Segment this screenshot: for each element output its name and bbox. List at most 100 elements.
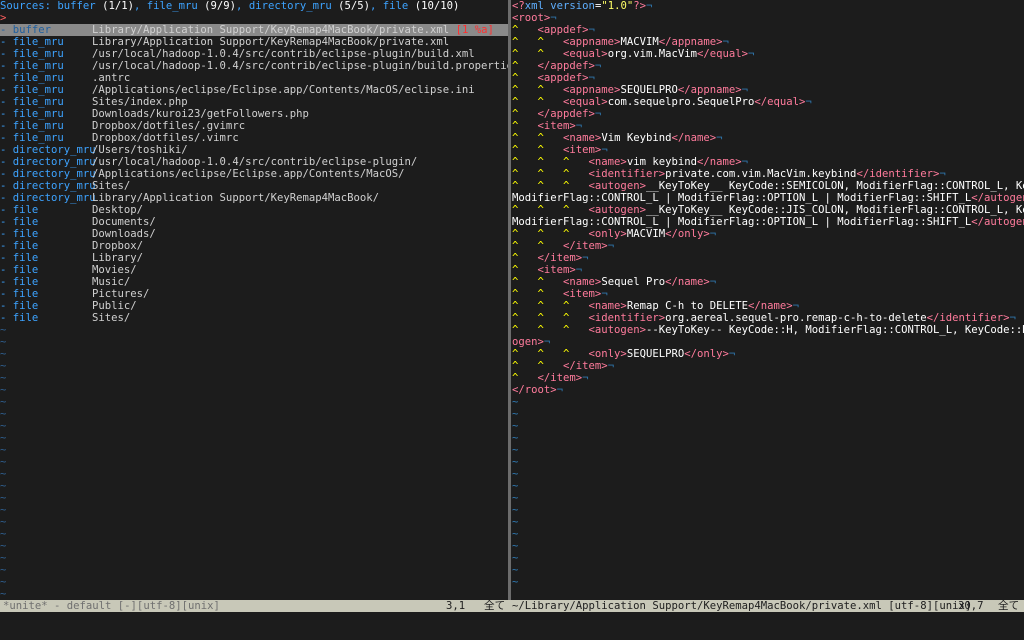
- candidate-kind: - buffer: [0, 24, 52, 36]
- eol-marker: ¬: [607, 240, 615, 252]
- xml-line[interactable]: ^ ^ ^ <identifier>private.com.vim.MacVim…: [512, 168, 1024, 180]
- candidate-row[interactable]: - file Sites/: [0, 312, 508, 324]
- xml-line[interactable]: ^ ^ <name>Vim Keybind</name>¬: [512, 132, 1024, 144]
- candidate-row[interactable]: - file Dropbox/: [0, 240, 508, 252]
- candidate-kind: - directory_mru: [0, 144, 96, 156]
- tilde-marker: ~: [512, 456, 519, 468]
- source-count: (5/5): [338, 0, 371, 12]
- unite-pane[interactable]: Sources: buffer (1/1), file_mru (9/9), d…: [0, 0, 508, 600]
- xml-token: </appdef>: [537, 108, 595, 120]
- xml-line[interactable]: ^ </appdef>¬: [512, 60, 1024, 72]
- indent-marker: ^ ^ ^: [512, 324, 589, 336]
- xml-token: </item>: [537, 252, 583, 264]
- eol-marker: ¬: [709, 228, 717, 240]
- tilde-marker: ~: [512, 504, 519, 516]
- candidate-path: /Applications/eclipse/Eclipse.app/Conten…: [92, 168, 405, 180]
- xml-line[interactable]: </root>¬: [512, 384, 1024, 396]
- xml-token: </name>: [748, 300, 793, 312]
- candidate-row[interactable]: - file_mru Library/Application Support/Ke…: [0, 36, 508, 48]
- xml-line[interactable]: ^ </item>¬: [512, 252, 1024, 264]
- xml-line[interactable]: ^ ^ <appname>SEQUELPRO</appname>¬: [512, 84, 1024, 96]
- xml-line[interactable]: ^ ^ <equal>com.sequelpro.SequelPro</equa…: [512, 96, 1024, 108]
- sources-label: Sources:: [0, 0, 58, 12]
- xml-line[interactable]: ^ <item>¬: [512, 120, 1024, 132]
- xml-token: </item>: [563, 360, 608, 372]
- xml-line[interactable]: ^ ^ <item>¬: [512, 144, 1024, 156]
- xml-line[interactable]: ^ ^ ^ <only>SEQUELPRO</only>¬: [512, 348, 1024, 360]
- xml-line[interactable]: ^ ^ ^ <identifier>org.aereal.sequel-pro.…: [512, 312, 1024, 324]
- xml-line[interactable]: ^ <item>¬: [512, 264, 1024, 276]
- candidate-kind: - file_mru: [0, 120, 64, 132]
- candidate-row[interactable]: - file Desktop/: [0, 204, 508, 216]
- xml-line[interactable]: ^ ^ </item>¬: [512, 240, 1024, 252]
- tilde-marker: ~: [512, 432, 519, 444]
- source-name[interactable]: directory_mru: [249, 0, 332, 12]
- candidate-row[interactable]: - file Public/: [0, 300, 508, 312]
- xml-line[interactable]: ^ ^ <item>¬: [512, 288, 1024, 300]
- xml-line[interactable]: ^ ^ <appname>MACVIM</appname>¬: [512, 36, 1024, 48]
- xml-line[interactable]: ^ </item>¬: [512, 372, 1024, 384]
- xml-token: <name>: [588, 300, 627, 312]
- xml-line[interactable]: ^ ^ ^ <name>Remap C-h to DELETE</name>¬: [512, 300, 1024, 312]
- xml-editor-pane[interactable]: <?xml version="1.0"?>¬ <root>¬ ^ <appdef>¬…: [512, 0, 1024, 600]
- candidate-row[interactable]: - directory_mru/Applications/eclipse/Ecl…: [0, 168, 508, 180]
- xml-line[interactable]: ^ <appdef>¬: [512, 24, 1024, 36]
- candidate-row[interactable]: - file_mru/Applications/eclipse/Eclipse.…: [0, 84, 508, 96]
- candidate-row[interactable]: - file Pictures/: [0, 288, 508, 300]
- source-count: (10/10): [414, 0, 460, 12]
- source-name[interactable]: buffer: [57, 0, 95, 12]
- xml-line[interactable]: ^ </appdef>¬: [512, 108, 1024, 120]
- unite-prompt[interactable]: >: [0, 12, 508, 24]
- xml-line[interactable]: ModifierFlag::CONTROL_L | ModifierFlag::…: [512, 192, 1024, 204]
- candidate-row-selected[interactable]: - buffer Library/Application Support/KeyR…: [0, 24, 508, 36]
- candidate-row[interactable]: - file_mru Dropbox/dotfiles/.vimrc: [0, 132, 508, 144]
- vertical-split-separator[interactable]: [508, 0, 511, 600]
- xml-line[interactable]: ModifierFlag::CONTROL_L | ModifierFlag::…: [512, 216, 1024, 228]
- empty-line-markers: ~ ~ ~ ~ ~ ~ ~ ~ ~ ~ ~ ~ ~ ~ ~ ~ ~ ~ ~ ~ ~ ~ ~: [0, 324, 508, 600]
- candidate-row[interactable]: - file_mru .antrc: [0, 72, 508, 84]
- xml-line[interactable]: ogen>¬: [512, 336, 1024, 348]
- indent-marker: ^: [512, 120, 538, 132]
- xml-buffer[interactable]: <?xml version="1.0"?>¬ <root>¬ ^ <appdef>¬…: [512, 0, 1024, 396]
- eol-marker: ¬: [601, 144, 608, 156]
- xml-line[interactable]: ^ ^ ^ <autogen>__KeyToKey__ KeyCode::JIS…: [512, 204, 1024, 216]
- xml-line[interactable]: <root>¬: [512, 12, 1024, 24]
- xml-line[interactable]: ^ ^ ^ <name>vim keybind</name>¬: [512, 156, 1024, 168]
- xml-token: </appname>: [658, 36, 723, 48]
- candidate-list: - buffer Library/Application Support/KeyR…: [0, 24, 508, 324]
- xml-line[interactable]: ^ ^ ^ <autogen>--KeyToKey-- KeyCode::H, …: [512, 324, 1024, 336]
- tilde-marker: ~: [0, 384, 7, 396]
- candidate-row[interactable]: - file_mru/usr/local/hadoop-1.0.4/src/co…: [0, 48, 508, 60]
- tilde-marker: ~: [0, 468, 7, 480]
- xml-line[interactable]: ^ <appdef>¬: [512, 72, 1024, 84]
- candidate-row[interactable]: - file Movies/: [0, 264, 508, 276]
- source-name[interactable]: file_mru: [147, 0, 198, 12]
- xml-line[interactable]: ^ ^ ^ <only>MACVIM</only>¬: [512, 228, 1024, 240]
- eol-marker: ¬: [722, 36, 729, 48]
- candidate-row[interactable]: - file_mru Dropbox/dotfiles/.gvimrc: [0, 120, 508, 132]
- xml-line[interactable]: ^ ^ <equal>org.vim.MacVim</equal>¬: [512, 48, 1024, 60]
- xml-line[interactable]: ^ ^ </item>¬: [512, 360, 1024, 372]
- indent-marker: ^: [512, 24, 538, 36]
- candidate-row[interactable]: - directory_mruSites/: [0, 180, 508, 192]
- candidate-row[interactable]: - file Downloads/: [0, 228, 508, 240]
- tilde-marker: ~: [512, 492, 519, 504]
- candidate-row[interactable]: - directory_mruLibrary/Application Suppo…: [0, 192, 508, 204]
- candidate-row[interactable]: - file_mru Sites/index.php: [0, 96, 508, 108]
- candidate-row[interactable]: - file Music/: [0, 276, 508, 288]
- xml-line[interactable]: ^ ^ ^ <autogen>__KeyToKey__ KeyCode::SEM…: [512, 180, 1024, 192]
- editor-status-percent: 全て: [998, 600, 1020, 612]
- candidate-row[interactable]: - directory_mru/usr/local/hadoop-1.0.4/s…: [0, 156, 508, 168]
- source-name[interactable]: file: [383, 0, 409, 12]
- xml-token: <root>: [512, 12, 551, 24]
- candidate-row[interactable]: - directory_mru/Users/toshiki/: [0, 144, 508, 156]
- xml-token: "1.0": [601, 0, 634, 12]
- candidate-row[interactable]: - file_mru Downloads/kuroi23/getFollowers…: [0, 108, 508, 120]
- candidate-row[interactable]: - file_mru/usr/local/hadoop-1.0.4/src/co…: [0, 60, 508, 72]
- xml-line[interactable]: <?xml version="1.0"?>¬: [512, 0, 1024, 12]
- candidate-row[interactable]: - file Library/: [0, 252, 508, 264]
- xml-line[interactable]: ^ ^ <name>Sequel Pro</name>¬: [512, 276, 1024, 288]
- candidate-row[interactable]: - file Documents/: [0, 216, 508, 228]
- xml-token: Vim Keybind: [601, 132, 672, 144]
- command-line[interactable]: [0, 612, 1024, 640]
